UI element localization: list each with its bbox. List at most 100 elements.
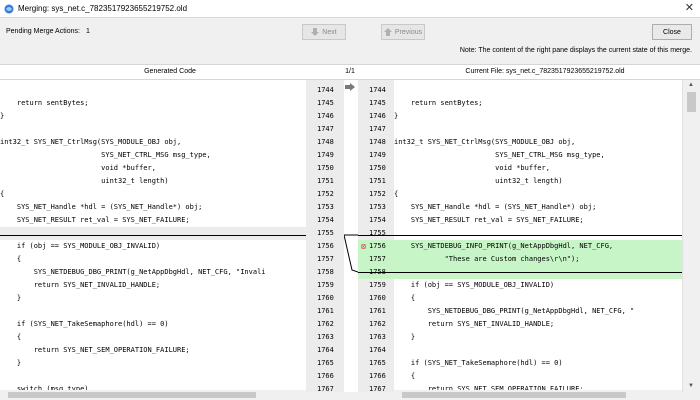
line-number: 1746 [317, 112, 334, 120]
line-number: 1752 [317, 190, 334, 198]
code-line: if (SYS_NET_TakeSemaphore(hdl) == 0) [0, 320, 169, 328]
line-number: 1766 [317, 372, 334, 380]
line-number: 1767 [369, 385, 386, 392]
line-number: 1763 [369, 333, 386, 341]
code-line: if (SYS_NET_TakeSemaphore(hdl) == 0) [394, 359, 563, 367]
line-number: 1755 [369, 229, 386, 237]
code-line: return sentBytes; [394, 99, 483, 107]
left-pane-header: Generated Code [144, 68, 196, 75]
scroll-up-icon[interactable]: ▲ [688, 80, 694, 90]
code-line: if (obj == SYS_MODULE_OBJ_INVALID) [0, 242, 161, 250]
line-number: 1753 [369, 203, 386, 211]
code-line: { [394, 294, 416, 302]
right-horizontal-scrollbar[interactable] [394, 390, 682, 400]
line-number: 1767 [317, 385, 334, 392]
code-line: } [0, 359, 22, 367]
diff-boundary-left [0, 235, 306, 236]
line-number: 1749 [317, 151, 334, 159]
code-line: SYS_NET_CTRL_MSG msg_type, [394, 151, 605, 159]
line-number: 1757 [358, 253, 394, 266]
diff-editor: return sentBytes;} int32_t SYS_NET_CtrlMs… [0, 80, 700, 392]
line-number: 1745 [369, 99, 386, 107]
line-number: 1747 [317, 125, 334, 133]
line-number: 1750 [317, 164, 334, 172]
line-number: 1759 [317, 281, 334, 289]
code-line: uint32_t length) [394, 177, 563, 185]
vertical-scrollbar[interactable]: ▲ ▼ [682, 80, 700, 392]
window-titlebar: Merging: sys_net.c_7823517923655219752.o… [0, 0, 700, 18]
code-line: SYS_NET_Handle *hdl = (SYS_NET_Handle*) … [0, 203, 203, 211]
current-file-pane[interactable]: return sentBytes;} int32_t SYS_NET_CtrlMs… [394, 80, 682, 392]
code-line: void *buffer, [0, 164, 156, 172]
line-number: 1751 [369, 177, 386, 185]
code-line: SYS_NETDEBUG_INFO_PRINT(g_NetAppDbgHdl, … [394, 240, 682, 253]
scroll-down-icon[interactable]: ▼ [688, 381, 694, 391]
line-number: 1760 [317, 294, 334, 302]
line-number: 1752 [369, 190, 386, 198]
code-line: SYS_NET_RESULT ret_val = SYS_NET_FAILURE… [0, 216, 190, 224]
next-button-label: Next [322, 28, 337, 36]
right-line-numbers: 1744 1745 1746 1747 1748 1749 1750 1751 1752 1753… [358, 80, 394, 392]
line-number: 1765 [369, 359, 386, 367]
vertical-scroll-thumb[interactable] [687, 92, 696, 112]
diff-connector [343, 80, 359, 392]
line-number: 1754 [317, 216, 334, 224]
line-number: 1748 [317, 138, 334, 146]
window-close-icon[interactable]: ✕ [685, 2, 694, 14]
line-number: 1745 [317, 99, 334, 107]
pending-count: 1 [85, 28, 90, 35]
code-line: int32_t SYS_NET_CtrlMsg(SYS_MODULE_OBJ o… [0, 138, 182, 146]
generated-code-pane[interactable]: return sentBytes;} int32_t SYS_NET_CtrlMs… [0, 80, 306, 392]
next-button[interactable]: Next [302, 24, 346, 40]
code-line: SYS_NET_RESULT ret_val = SYS_NET_FAILURE… [394, 216, 584, 224]
line-number: 1744 [317, 86, 334, 94]
window-title: Merging: sys_net.c_7823517923655219752.o… [18, 4, 188, 13]
pending-label: Pending Merge Actions: [6, 28, 80, 35]
line-number: 1747 [369, 125, 386, 133]
line-number: 1755 [317, 229, 334, 237]
line-number: 1744 [369, 86, 386, 94]
line-number: 1756 ⊠ [358, 240, 394, 253]
code-line: { [0, 255, 22, 263]
code-line: int32_t SYS_NET_CtrlMsg(SYS_MODULE_OBJ o… [394, 138, 576, 146]
line-number: 1751 [317, 177, 334, 185]
line-number: 1762 [317, 320, 334, 328]
code-line: { [394, 190, 399, 198]
code-line: SYS_NETDEBUG_DBG_PRINT(g_NetAppDbgHdl, N… [394, 307, 635, 315]
code-line: { [0, 190, 5, 198]
code-line: { [394, 372, 416, 380]
diff-boundary-right-top [358, 235, 682, 236]
pane-headers: Generated Code 1/1 Current File: sys_net… [0, 64, 700, 80]
previous-button[interactable]: Previous [381, 24, 425, 40]
line-number: 1764 [317, 346, 334, 354]
pending-merge-actions: Pending Merge Actions: 1 [6, 28, 90, 35]
left-horizontal-scrollbar[interactable] [0, 390, 306, 400]
code-line: void *buffer, [394, 164, 550, 172]
close-button[interactable]: Close [652, 24, 692, 40]
arrow-up-icon [383, 28, 392, 36]
code-line: { [0, 333, 22, 341]
line-number: 1765 [317, 359, 334, 367]
code-line: SYS_NET_CTRL_MSG msg_type, [0, 151, 211, 159]
line-number: 1761 [317, 307, 334, 315]
reject-change-icon[interactable]: ⊠ [361, 240, 366, 253]
left-line-numbers: 1744 1745 1746 1747 1748 1749 1750 1751 1752 1753… [306, 80, 344, 392]
line-number: 1763 [317, 333, 334, 341]
right-horizontal-scroll-thumb[interactable] [402, 392, 626, 398]
code-line: SYS_NET_Handle *hdl = (SYS_NET_Handle*) … [394, 203, 597, 211]
code-line: return SYS_NET_INVALID_HANDLE; [394, 320, 555, 328]
right-pane-header: Current File: sys_net.c_7823517923655219… [465, 68, 625, 75]
copy-arrow-icon[interactable] [345, 83, 356, 91]
left-horizontal-scroll-thumb[interactable] [8, 392, 256, 398]
line-number: 1753 [317, 203, 334, 211]
diff-counter: 1/1 [345, 68, 355, 75]
code-line [0, 227, 306, 240]
code-line: uint32_t length) [0, 177, 169, 185]
